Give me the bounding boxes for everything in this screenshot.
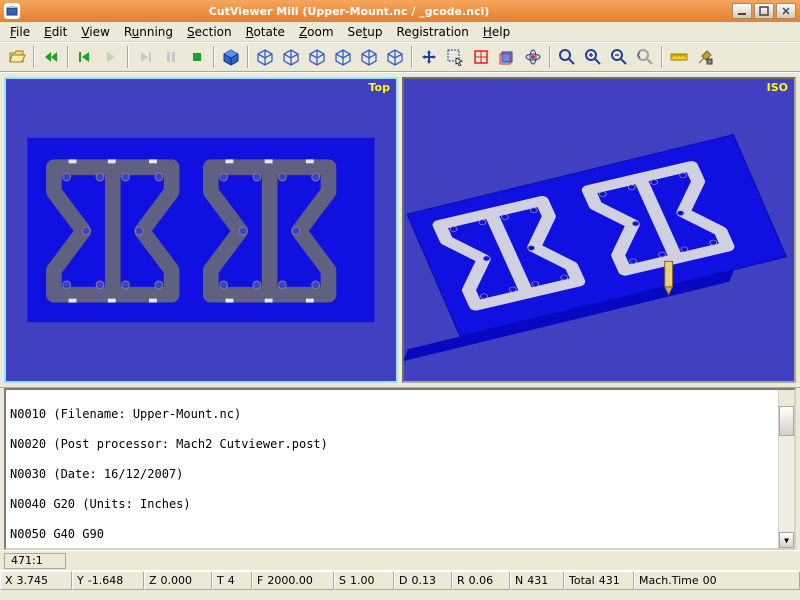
code-scrollbar[interactable]: ▲ ▼ xyxy=(778,390,794,548)
stop-button[interactable] xyxy=(185,45,209,69)
view-label-iso: ISO xyxy=(767,81,788,94)
menu-file[interactable]: File xyxy=(4,23,36,41)
toolbar-sep xyxy=(127,46,129,68)
code-line: N0050 G40 G90 xyxy=(10,527,790,542)
view-iso-button[interactable] xyxy=(383,45,407,69)
titlebar: CutViewer Mill (Upper-Mount.nc / _gcode.… xyxy=(0,0,800,22)
view-front-button[interactable] xyxy=(253,45,277,69)
view-back-button[interactable] xyxy=(279,45,303,69)
status-r: R0.06 xyxy=(452,571,510,590)
status-t: T4 xyxy=(212,571,252,590)
measure-button[interactable] xyxy=(667,45,691,69)
window-title: CutViewer Mill (Upper-Mount.nc / _gcode.… xyxy=(0,5,732,18)
view-label-top: Top xyxy=(369,81,390,94)
window-buttons xyxy=(732,3,796,19)
menu-zoom[interactable]: Zoom xyxy=(293,23,340,41)
section-button[interactable] xyxy=(469,45,493,69)
minimize-button[interactable] xyxy=(732,3,752,19)
view-iso[interactable]: ISO xyxy=(402,77,796,383)
tools-button[interactable] xyxy=(693,45,717,69)
zoom-in-button[interactable] xyxy=(581,45,605,69)
code-line: N0020 (Post processor: Mach2 Cutviewer.p… xyxy=(10,437,790,452)
statusbar: X3.745 Y-1.648 Z0.000 T4 F2000.00 S1.00 … xyxy=(0,570,800,590)
status-z: Z0.000 xyxy=(144,571,212,590)
cursor-status: 471:1 xyxy=(0,550,800,570)
view-top-button[interactable] xyxy=(357,45,381,69)
code-line: N0030 (Date: 16/12/2007) xyxy=(10,467,790,482)
iso-view-canvas xyxy=(404,79,794,381)
pause-button[interactable] xyxy=(159,45,183,69)
pan-button[interactable] xyxy=(417,45,441,69)
toolbar-sep xyxy=(411,46,413,68)
toolbar-sep xyxy=(213,46,215,68)
zoom-out-button[interactable] xyxy=(607,45,631,69)
views-container: Top I xyxy=(0,72,800,388)
rewind-button[interactable] xyxy=(39,45,63,69)
play-button[interactable] xyxy=(99,45,123,69)
close-button[interactable] xyxy=(776,3,796,19)
status-y: Y-1.648 xyxy=(72,571,144,590)
menu-view[interactable]: View xyxy=(75,23,115,41)
toolbar-sep xyxy=(67,46,69,68)
zoom-fit-button[interactable] xyxy=(555,45,579,69)
status-s: S1.00 xyxy=(334,571,394,590)
menu-running[interactable]: Running xyxy=(118,23,179,41)
menu-section[interactable]: Section xyxy=(181,23,238,41)
rotate-button[interactable] xyxy=(495,45,519,69)
view-top[interactable]: Top xyxy=(4,77,398,383)
status-d: D0.13 xyxy=(394,571,452,590)
status-machtime: Mach.Time00 xyxy=(634,571,800,590)
scroll-thumb[interactable] xyxy=(779,406,794,436)
menu-registration[interactable]: Registration xyxy=(391,23,475,41)
scroll-down-button[interactable]: ▼ xyxy=(779,532,794,548)
status-n: N431 xyxy=(510,571,564,590)
toolbar-sep xyxy=(33,46,35,68)
3d-rotate-button[interactable] xyxy=(521,45,545,69)
status-total: Total431 xyxy=(564,571,634,590)
scroll-track[interactable] xyxy=(779,406,794,532)
menu-edit[interactable]: Edit xyxy=(38,23,73,41)
toolbar-sep xyxy=(247,46,249,68)
open-button[interactable] xyxy=(5,45,29,69)
view-left-button[interactable] xyxy=(305,45,329,69)
status-x: X3.745 xyxy=(0,571,72,590)
select-button[interactable] xyxy=(443,45,467,69)
maximize-button[interactable] xyxy=(754,3,774,19)
code-line: N0010 (Filename: Upper-Mount.nc) xyxy=(10,407,790,422)
toolbar-sep xyxy=(661,46,663,68)
zoom-previous-button[interactable] xyxy=(633,45,657,69)
gcode-panel[interactable]: N0010 (Filename: Upper-Mount.nc) N0020 (… xyxy=(4,388,796,550)
step-forward-button[interactable] xyxy=(133,45,157,69)
top-view-canvas xyxy=(6,79,396,381)
view-right-button[interactable] xyxy=(331,45,355,69)
menu-setup[interactable]: Setup xyxy=(342,23,389,41)
toolbar xyxy=(0,42,800,72)
code-line: N0040 G20 (Units: Inches) xyxy=(10,497,790,512)
cursor-position: 471:1 xyxy=(4,553,66,569)
step-back-button[interactable] xyxy=(73,45,97,69)
view-solid-button[interactable] xyxy=(219,45,243,69)
status-f: F2000.00 xyxy=(252,571,334,590)
menu-help[interactable]: Help xyxy=(477,23,516,41)
menu-rotate[interactable]: Rotate xyxy=(240,23,291,41)
toolbar-sep xyxy=(549,46,551,68)
menubar: File Edit View Running Section Rotate Zo… xyxy=(0,22,800,42)
